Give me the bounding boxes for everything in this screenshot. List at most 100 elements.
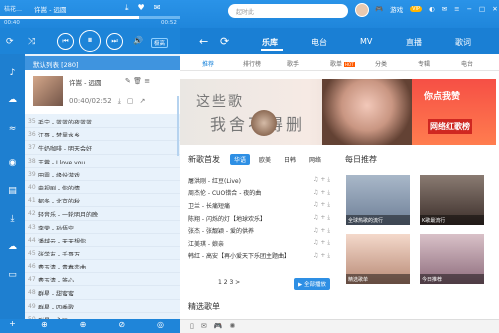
tab-lyrics[interactable]: 歌词	[455, 37, 471, 48]
song-actions[interactable]: ♫+⤓	[313, 239, 332, 247]
playlist-row[interactable]: 48 群星 - 甜蜜蜜	[25, 286, 180, 300]
locate-icon[interactable]: ◎	[157, 320, 164, 333]
new-song-row[interactable]: 屠洪刚 - 红豆(Live) ♫+⤓	[188, 174, 332, 187]
subtab-recommend[interactable]: 推荐	[202, 59, 214, 68]
tab-jpkr[interactable]: 日韩	[280, 154, 300, 165]
playlist-row[interactable]: 35 毛宁 - 蓝蓝的夜蓝蓝	[25, 115, 180, 129]
vip-badge[interactable]: VIP	[410, 6, 423, 12]
mail-icon[interactable]: ✉	[442, 5, 447, 13]
tab-chinese[interactable]: 华语	[230, 154, 251, 165]
new-song-row[interactable]: 张杰 - 张靓颖 - 爱的供养 ♫+⤓	[188, 224, 332, 237]
now-playing-card[interactable]: 许嵩 - 远圆 ✎ 🗑 ≡ 00:40/02:52 ⤓ ▢ ↗	[25, 70, 180, 114]
device-icon[interactable]: ▭	[6, 270, 19, 283]
new-song-row[interactable]: 周杰伦 - CUO错合 - 夜的曲 ♫+⤓	[188, 187, 332, 200]
new-song-row[interactable]: 韩红 - 高安【再小爱天下乐团主题曲】 ♫+⤓	[188, 250, 332, 263]
tile-1[interactable]: 全球热歌的流行	[346, 175, 410, 225]
playlist-row[interactable]: 43 李荣 - 孙悟空	[25, 221, 180, 234]
refresh-icon[interactable]: ⟳	[220, 35, 229, 48]
playlist-scrollbar[interactable]	[177, 96, 179, 156]
subtab-category[interactable]: 分类	[375, 59, 387, 68]
gamepad-icon[interactable]: 🎮	[214, 322, 223, 330]
download-icon[interactable]: ⤓	[118, 97, 121, 106]
progress-bar[interactable]	[0, 16, 180, 19]
hero-banner[interactable]: 这些歌 我舍不得删	[180, 79, 412, 145]
book-icon[interactable]: ▤	[6, 186, 19, 199]
pause-button[interactable]: ⏸	[79, 30, 101, 52]
cloud-icon[interactable]: ☁	[6, 95, 19, 108]
song-actions[interactable]: ♫+⤓	[313, 176, 332, 184]
new-song-row[interactable]: 江美琪 - 娘亲 ♫+⤓	[188, 237, 332, 250]
playlist-row[interactable]: 38 王蓉 - I love you	[25, 155, 180, 168]
quality-select[interactable]: 极高	[151, 38, 169, 48]
playlist-row[interactable]: 40 电视剧 - 你的情	[25, 181, 180, 195]
subtab-album[interactable]: 专辑	[418, 59, 430, 68]
delete-icon[interactable]: 🗑	[133, 77, 142, 85]
tab-web[interactable]: 网络	[305, 154, 325, 165]
tile-4[interactable]: 今日推荐	[420, 234, 484, 284]
play-all-button[interactable]: ▶ 全部播放	[294, 278, 330, 290]
more-icon[interactable]: ≡	[144, 77, 150, 85]
song-actions[interactable]: ♫+⤓	[313, 201, 332, 209]
subtab-charts[interactable]: 排行榜	[243, 59, 261, 68]
search-icon[interactable]: ⊘	[118, 320, 125, 333]
tile-2[interactable]: K歌最流行	[420, 175, 484, 225]
playlist-row[interactable]: 37 牛奶咖啡 - 明天会好	[25, 141, 180, 155]
tab-live[interactable]: 直播	[406, 37, 422, 48]
share-icon[interactable]: ✉	[154, 3, 161, 13]
playlist-row[interactable]: 41 郁冬 - 北京的秋	[25, 194, 180, 208]
tile-3[interactable]: 精选歌单	[346, 234, 410, 284]
share-icon[interactable]: ↗	[139, 97, 145, 106]
pager[interactable]: 1 2 3 >	[218, 279, 240, 286]
download-icon[interactable]: ⤓	[125, 3, 129, 13]
song-actions[interactable]: ♫+⤓	[313, 189, 332, 197]
shuffle-icon[interactable]: ⤨	[28, 37, 35, 47]
back-icon[interactable]: ←	[199, 35, 208, 48]
maximize-icon[interactable]: □	[479, 5, 485, 13]
cloud-upload-icon[interactable]: ☁	[6, 242, 19, 255]
new-song-row[interactable]: 卫兰 - 长痛短痛 ♫+⤓	[188, 199, 332, 212]
playlist-row[interactable]: 42 轻音乐 - 一轮明月的晚	[25, 207, 180, 221]
chat-icon[interactable]: ✉	[201, 322, 207, 330]
tab-radio[interactable]: 电台	[311, 37, 327, 48]
volume-icon[interactable]: 🔊	[133, 36, 143, 45]
tab-library[interactable]: 乐库	[262, 37, 278, 48]
add-list-icon[interactable]: ⊕	[80, 320, 87, 333]
next-button[interactable]: ⏭	[106, 33, 123, 50]
phone-icon[interactable]: ▯	[190, 322, 194, 330]
playlist-row[interactable]: 44 潘越云 - 天天想你	[25, 234, 180, 247]
game-icon[interactable]: 🎮	[375, 5, 383, 13]
radio-icon[interactable]: ≈	[6, 124, 19, 137]
playlist-row[interactable]: 45 张学友 - 千哥万	[25, 247, 180, 261]
subtab-artist[interactable]: 歌手	[287, 59, 299, 68]
tab-mv[interactable]: MV	[360, 37, 372, 46]
side-banner[interactable]: 你点我赞 网络红歌榜	[412, 79, 496, 145]
subtab-playlist[interactable]: 歌单 HOT	[330, 59, 355, 68]
tab-western[interactable]: 欧美	[255, 154, 275, 165]
playlist-row[interactable]: 47 费玉清 - 答心	[25, 273, 180, 287]
repeat-icon[interactable]: ⟳	[6, 37, 14, 47]
add-icon[interactable]: +	[9, 319, 16, 328]
song-actions[interactable]: ♫+⤓	[313, 214, 332, 222]
playlist-row[interactable]: 39 田震 - 缘份游戏	[25, 168, 180, 181]
edit-icon[interactable]: ✎	[125, 77, 131, 85]
song-actions[interactable]: ♫+⤓	[313, 252, 332, 260]
new-song-row[interactable]: 陈翔 - 闪烁的灯【地球欢乐】 ♫+⤓	[188, 212, 332, 225]
playlist-row[interactable]: 36 江哥 - 梦里水乡	[25, 128, 180, 142]
bug-icon[interactable]: ✺	[229, 322, 235, 330]
mv-icon[interactable]: ▢	[127, 97, 134, 106]
user-name[interactable]: 游戏	[390, 4, 403, 14]
playlist-row[interactable]: 46 费玉清 - 青春恋曲	[25, 260, 180, 274]
search-input[interactable]: 起时此	[228, 4, 348, 18]
settings-icon[interactable]: ≡	[454, 5, 459, 13]
heart-icon[interactable]: ♥	[138, 3, 145, 13]
song-actions[interactable]: ♫+⤓	[313, 227, 332, 235]
skin-icon[interactable]: ◐	[429, 5, 435, 13]
prev-button[interactable]: ⏮	[57, 33, 74, 50]
playlist-header[interactable]: 默认列表 [280]	[25, 56, 180, 70]
add-icon[interactable]: ⊕	[41, 320, 48, 333]
minimize-icon[interactable]: −	[467, 5, 472, 13]
subtab-station[interactable]: 电台	[461, 59, 473, 68]
playlist-row[interactable]: 49 群星 - 四季歌	[25, 300, 180, 313]
download-icon[interactable]: ⤓	[6, 214, 19, 227]
close-icon[interactable]: ✕	[492, 5, 497, 13]
